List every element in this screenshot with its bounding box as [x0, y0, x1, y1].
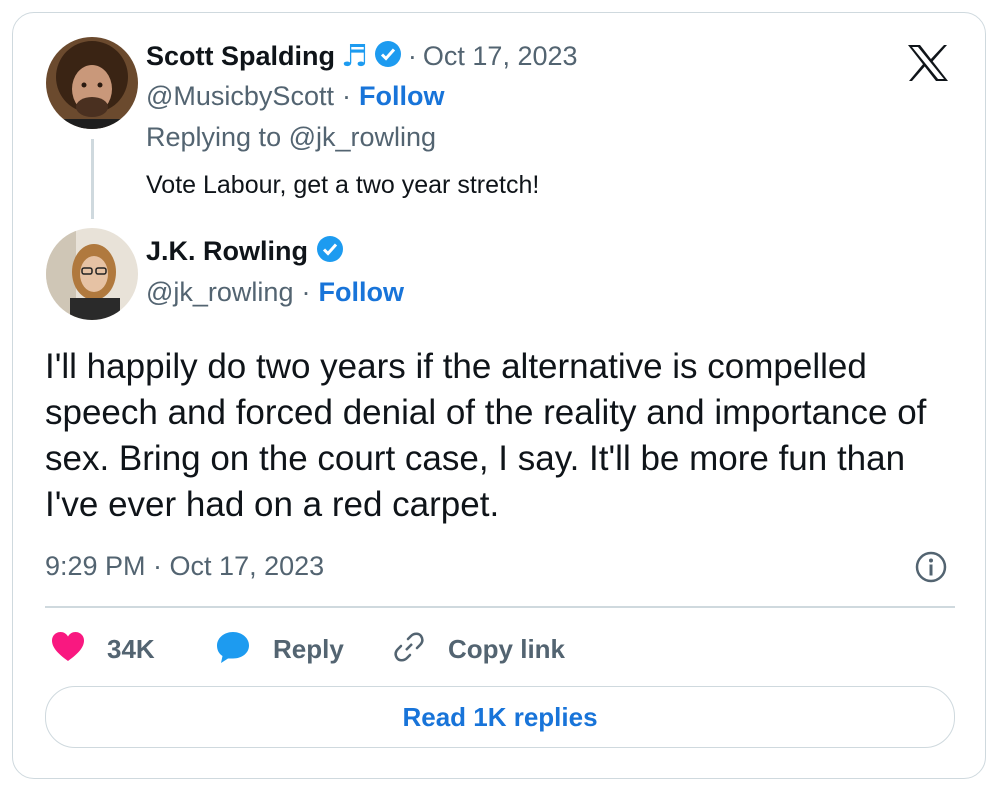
- thread-connector-line: [91, 139, 94, 219]
- heart-icon: [51, 631, 85, 668]
- follow-button[interactable]: Follow: [359, 81, 444, 112]
- main-tweet-header: J.K. Rowling: [146, 235, 344, 268]
- tweet-timestamp[interactable]: 9:29 PM · Oct 17, 2023: [45, 551, 324, 582]
- separator: ·: [407, 41, 417, 71]
- author-handle[interactable]: @jk_rowling: [146, 277, 293, 308]
- like-count: 34K: [107, 634, 155, 664]
- divider: [45, 606, 955, 608]
- parent-tweet-text: Vote Labour, get a two year stretch!: [146, 171, 540, 199]
- avatar-jk-rowling[interactable]: [46, 228, 138, 320]
- read-replies-button[interactable]: Read 1K replies: [45, 686, 955, 748]
- music-note-icon: ♬: [341, 39, 368, 74]
- copy-link-action[interactable]: Copy link: [392, 630, 565, 669]
- reply-action[interactable]: Reply: [215, 630, 344, 669]
- tweet-date[interactable]: Oct 17, 2023: [423, 41, 578, 72]
- separator: ·: [301, 277, 311, 307]
- parent-handle-row: @MusicbyScott · Follow: [146, 81, 444, 112]
- main-handle-row: @jk_rowling · Follow: [146, 277, 404, 308]
- author-handle[interactable]: @MusicbyScott: [146, 81, 334, 112]
- copy-link-label: Copy link: [448, 634, 566, 664]
- author-name[interactable]: Scott Spalding: [146, 41, 335, 72]
- read-replies-label: Read 1K replies: [402, 701, 598, 732]
- separator: ·: [341, 81, 351, 111]
- tweet-embed-card: Scott Spalding ♬ · Oct 17, 2023 @Musicby…: [12, 12, 986, 779]
- verified-badge-icon: [374, 40, 402, 73]
- link-icon: [392, 630, 426, 669]
- like-action[interactable]: 34K: [51, 631, 155, 668]
- author-name[interactable]: J.K. Rowling: [146, 236, 308, 267]
- main-tweet-text: I'll happily do two years if the alterna…: [45, 347, 927, 524]
- reply-label: Reply: [273, 634, 344, 664]
- x-logo-icon[interactable]: [906, 43, 950, 83]
- avatar-scott-spalding[interactable]: [46, 37, 138, 129]
- follow-button[interactable]: Follow: [318, 277, 403, 308]
- parent-tweet-header: Scott Spalding ♬ · Oct 17, 2023: [146, 39, 578, 74]
- replying-to-label[interactable]: Replying to @jk_rowling: [146, 122, 436, 153]
- reply-bubble-icon: [215, 630, 251, 669]
- info-icon[interactable]: [914, 550, 948, 584]
- verified-badge-icon: [316, 235, 344, 268]
